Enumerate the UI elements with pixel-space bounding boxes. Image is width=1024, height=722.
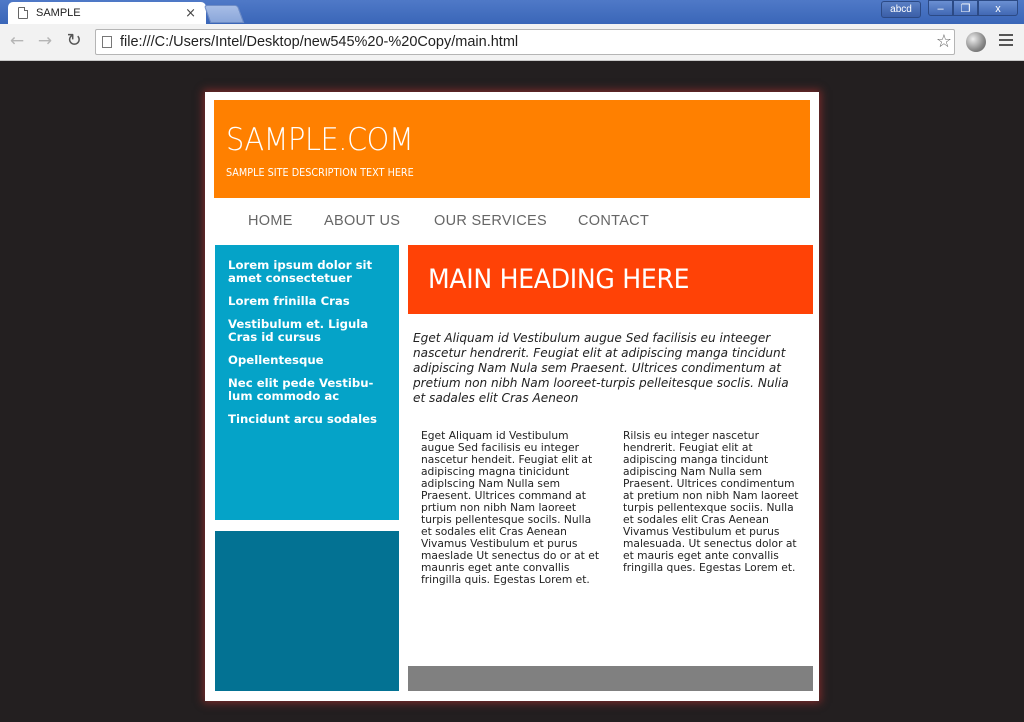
page-icon <box>102 36 112 48</box>
page-icon <box>18 7 28 19</box>
sidebar: Lorem ipsum dolor sit amet consectetuer … <box>215 245 399 520</box>
tab-title: SAMPLE <box>36 7 81 19</box>
profile-button[interactable]: abcd <box>881 1 921 18</box>
close-window-button[interactable]: x <box>978 0 1018 16</box>
page-container: SAMPLE.COM SAMPLE SITE DESCRIPTION TEXT … <box>205 92 819 701</box>
main-heading: MAIN HEADING HERE <box>428 264 690 295</box>
content-column-right: Rilsis eu integer nascetur hendrerit. Fe… <box>623 429 799 574</box>
intro-paragraph: Eget Aliquam id Vestibulum augue Sed fac… <box>413 331 789 405</box>
sidebar-link[interactable]: Lorem frinilla Cras <box>228 295 389 308</box>
page-viewport: SAMPLE.COM SAMPLE SITE DESCRIPTION TEXT … <box>0 61 1024 722</box>
sidebar-link[interactable]: Tincidunt arcu sodales <box>228 413 389 426</box>
content-column-left: Eget Aliquam id Vestibulum augue Sed fac… <box>421 429 600 586</box>
address-bar[interactable]: file:///C:/Users/Intel/Desktop/new545%20… <box>95 29 955 55</box>
main-nav: HOME ABOUT US OUR SERVICES CONTACT <box>214 204 810 242</box>
url-text[interactable]: file:///C:/Users/Intel/Desktop/new545%20… <box>120 34 518 50</box>
site-description: SAMPLE SITE DESCRIPTION TEXT HERE <box>226 167 414 179</box>
maximize-button[interactable]: ❐ <box>953 0 978 16</box>
site-title[interactable]: SAMPLE.COM <box>226 122 414 158</box>
nav-contact[interactable]: CONTACT <box>578 213 649 229</box>
footer-bar <box>408 666 813 691</box>
sidebar-link[interactable]: Nec elit pede Vestibu-lum commodo ac <box>228 377 389 403</box>
site-header: SAMPLE.COM SAMPLE SITE DESCRIPTION TEXT … <box>214 100 810 198</box>
sidebar-link[interactable]: Opellentesque <box>228 354 389 367</box>
forward-arrow-icon[interactable]: → <box>34 30 56 52</box>
new-tab-button[interactable] <box>203 5 245 23</box>
nav-about-us[interactable]: ABOUT US <box>324 213 400 229</box>
extension-icon[interactable] <box>966 32 986 52</box>
sidebar-link[interactable]: Lorem ipsum dolor sit amet consectetuer <box>228 259 389 285</box>
minimize-button[interactable]: – <box>928 0 953 16</box>
nav-our-services[interactable]: OUR SERVICES <box>434 213 547 229</box>
nav-home[interactable]: HOME <box>248 213 293 229</box>
close-tab-icon[interactable]: × <box>185 6 196 21</box>
bookmark-star-icon[interactable]: ☆ <box>936 31 952 52</box>
browser-toolbar: ← → ↻ file:///C:/Users/Intel/Desktop/new… <box>0 24 1024 61</box>
reload-icon[interactable]: ↻ <box>63 30 85 52</box>
back-arrow-icon[interactable]: ← <box>6 30 28 52</box>
browser-tab[interactable]: SAMPLE × <box>8 2 206 24</box>
browser-titlebar: SAMPLE × abcd – ❐ x <box>0 0 1024 24</box>
sidebar-box <box>215 531 399 691</box>
menu-icon[interactable] <box>999 34 1013 49</box>
sidebar-link[interactable]: Vestibulum et. Ligula Cras id cursus <box>228 318 389 344</box>
main-heading-banner: MAIN HEADING HERE <box>408 245 813 314</box>
